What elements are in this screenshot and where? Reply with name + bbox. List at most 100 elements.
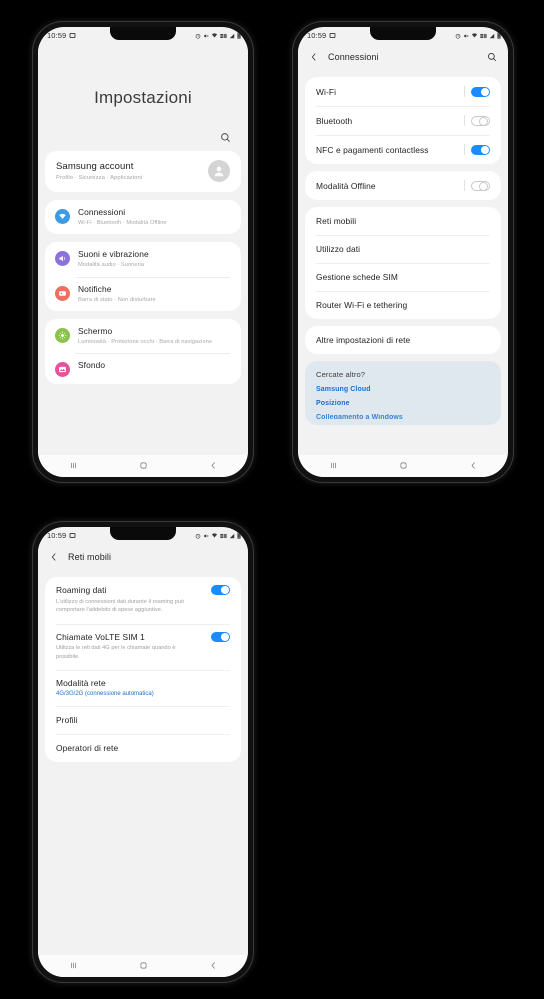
divider <box>464 180 465 191</box>
setting-row-utilizzo-dati[interactable]: Utilizzo dati <box>305 235 501 263</box>
wifi-icon <box>211 33 218 38</box>
toggle-wrap <box>464 86 490 97</box>
status-bar-left: 10:59 <box>47 531 76 540</box>
person-icon <box>214 166 224 177</box>
settings-item-title: Sfondo <box>78 360 106 371</box>
row-label: Operatori di rete <box>56 743 119 754</box>
samsung-account-row[interactable]: Samsung account Profilo · Sicurezza · Ap… <box>45 151 241 192</box>
more-section-heading: Cercate altro? <box>316 370 366 379</box>
settings-item-subtitle: Barra di stato · Non disturbare <box>78 296 156 303</box>
status-bar: 10:59 <box>38 527 248 544</box>
settings-item-text: Schermo Luminosità · Protezione occhi · … <box>78 326 230 346</box>
back-chevron-icon[interactable] <box>309 52 319 62</box>
settings-item-title: Suoni e vibrazione <box>78 249 149 260</box>
setting-row-volte-sim1[interactable]: Chiamate VoLTE SIM 1 Utilizza le reti da… <box>45 623 241 671</box>
settings-group-sounds-notifications: Suoni e vibrazione Modalità audio · Suon… <box>45 242 241 311</box>
row-label: Profili <box>56 715 78 726</box>
setting-row-roaming-dati[interactable]: Roaming dati L'utilizzo di connessioni d… <box>45 577 241 624</box>
data-icon <box>480 33 487 38</box>
home-button[interactable] <box>132 957 154 975</box>
status-time: 10:59 <box>47 531 67 540</box>
alarm-icon <box>195 533 201 539</box>
row-label: Gestione schede SIM <box>316 272 398 282</box>
search-icon[interactable] <box>220 132 231 143</box>
divider <box>464 115 465 126</box>
back-button[interactable] <box>202 957 224 975</box>
recents-button[interactable] <box>62 457 84 475</box>
setting-row-nfc[interactable]: NFC e pagamenti contactless <box>305 135 501 164</box>
settings-item-notifiche[interactable]: Notifiche Barra di stato · Non disturbar… <box>45 276 241 311</box>
back-button[interactable] <box>202 457 224 475</box>
row-title: Modalità rete <box>56 678 106 689</box>
row-text: Roaming dati L'utilizzo di connessioni d… <box>56 585 196 615</box>
nfc-toggle[interactable] <box>471 144 490 155</box>
settings-item-sfondo[interactable]: Sfondo <box>45 353 241 384</box>
setting-row-bluetooth[interactable]: Bluetooth <box>305 106 501 135</box>
avatar[interactable] <box>208 160 230 182</box>
mute-icon <box>204 33 209 38</box>
more-link-samsung-cloud[interactable]: Samsung Cloud <box>316 386 490 393</box>
settings-item-title: Schermo <box>78 325 113 336</box>
status-bar: 10:59 <box>38 27 248 44</box>
samsung-account-card[interactable]: Samsung account Profilo · Sicurezza · Ap… <box>45 151 241 192</box>
row-label: Wi-Fi <box>316 86 337 97</box>
alarm-icon <box>195 33 201 39</box>
mobile-networks-content: Roaming dati L'utilizzo di connessioni d… <box>38 570 248 955</box>
link-group-1: Reti mobili Utilizzo dati Gestione sched… <box>305 207 501 319</box>
search-row <box>38 108 248 143</box>
nav-bar <box>38 455 248 477</box>
bluetooth-toggle[interactable] <box>471 115 490 126</box>
settings-item-text: Suoni e vibrazione Modalità audio · Suon… <box>78 249 230 269</box>
setting-row-modalita-rete[interactable]: Modalità rete 4G/3G/2G (connessione auto… <box>45 670 241 706</box>
settings-item-suoni-e-vibrazione[interactable]: Suoni e vibrazione Modalità audio · Suon… <box>45 242 241 276</box>
samsung-account-title: Samsung account <box>56 161 134 173</box>
setting-row-operatori-di-rete[interactable]: Operatori di rete <box>45 734 241 762</box>
setting-row-profili[interactable]: Profili <box>45 706 241 734</box>
airplane-mode-toggle[interactable] <box>471 180 490 191</box>
recents-button[interactable] <box>62 957 84 975</box>
volte-toggle[interactable] <box>211 631 230 642</box>
home-button[interactable] <box>132 457 154 475</box>
mute-icon <box>204 533 209 538</box>
settings-item-text: Connessioni Wi-Fi · Bluetooth · Modalità… <box>78 207 230 227</box>
setting-row-wifi[interactable]: Wi-Fi <box>305 77 501 106</box>
row-top: Chiamate VoLTE SIM 1 Utilizza le reti da… <box>56 631 230 662</box>
wifi-icon <box>55 209 70 224</box>
status-bar: 10:59 <box>298 27 508 44</box>
signal-icon <box>229 33 235 38</box>
setting-row-reti-mobili[interactable]: Reti mobili <box>305 207 501 235</box>
setting-row-router-tethering[interactable]: Router Wi-Fi e tethering <box>305 291 501 319</box>
settings-group-display-wallpaper: Schermo Luminosità · Protezione occhi · … <box>45 318 241 385</box>
back-button[interactable] <box>462 457 484 475</box>
setting-row-gestione-schede-sim[interactable]: Gestione schede SIM <box>305 263 501 291</box>
setting-row-modalita-offline[interactable]: Modalità Offline <box>305 171 501 200</box>
screenshot-icon <box>69 33 76 38</box>
row-label: Utilizzo dati <box>316 244 361 254</box>
search-icon[interactable] <box>487 52 497 62</box>
phone-mockup-connections: 10:59 Connessioni Wi-Fi Bluetooth NFC e … <box>293 22 513 482</box>
home-button[interactable] <box>392 457 414 475</box>
link-group-2: Altre impostazioni di rete <box>305 326 501 354</box>
connections-content: Wi-Fi Bluetooth NFC e pagamenti contactl… <box>298 70 508 455</box>
more-link-posizione[interactable]: Posizione <box>316 400 490 407</box>
row-text: Chiamate VoLTE SIM 1 Utilizza le reti da… <box>56 632 196 662</box>
row-value: 4G/3G/2G (connessione automatica) <box>56 691 154 698</box>
wifi-toggle[interactable] <box>471 86 490 97</box>
recents-button[interactable] <box>322 457 344 475</box>
roaming-toggle[interactable] <box>211 585 230 595</box>
status-bar-right <box>195 532 241 539</box>
row-label: Modalità Offline <box>316 180 376 191</box>
settings-item-schermo[interactable]: Schermo Luminosità · Protezione occhi · … <box>45 319 241 353</box>
more-link-collegamento-a-windows[interactable]: Collegamento a Windows <box>316 414 490 419</box>
mobile-networks-card: Roaming dati L'utilizzo di connessioni d… <box>45 577 241 763</box>
page-title: Reti mobili <box>68 552 112 562</box>
setting-row-altre-impostazioni-di-rete[interactable]: Altre impostazioni di rete <box>305 326 501 354</box>
settings-item-connessioni[interactable]: Connessioni Wi-Fi · Bluetooth · Modalità… <box>45 200 241 234</box>
row-title: Chiamate VoLTE SIM 1 <box>56 631 145 642</box>
back-chevron-icon[interactable] <box>49 552 59 562</box>
mute-icon <box>464 33 469 38</box>
row-subtitle: Utilizza le reti dati 4G per le chiamate… <box>56 645 176 660</box>
app-bar: Connessioni <box>298 44 508 70</box>
phone-mockup-mobile-networks: 10:59 Reti mobili Roaming dati L'utilizz… <box>33 522 253 982</box>
battery-icon <box>237 32 241 39</box>
